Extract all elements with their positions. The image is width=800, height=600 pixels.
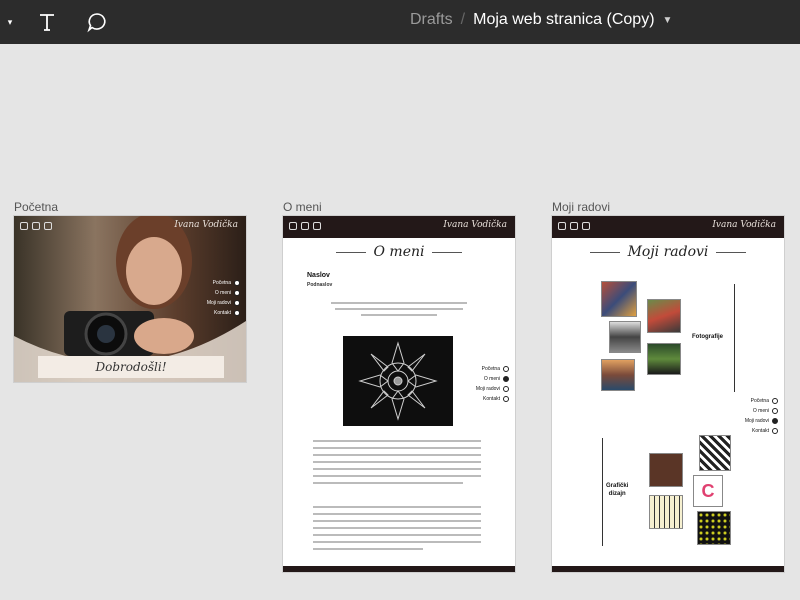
mail-icon (582, 222, 590, 230)
nav-item-pocetna[interactable]: Početna (207, 278, 240, 288)
section-graficki-dizajn: Grafički dizajn (606, 483, 629, 497)
welcome-banner: Dobrodošli! (38, 356, 224, 378)
radio-icon (234, 280, 240, 286)
frame-header: Ivana Vodička (283, 216, 515, 238)
photo-thumbnail[interactable] (648, 344, 680, 374)
photo-thumbnail[interactable] (610, 322, 640, 352)
nav-item-o-meni[interactable]: O meni (207, 288, 240, 298)
radio-icon (503, 386, 509, 392)
nav-item-moji-radovi[interactable]: Moji radovi (745, 416, 778, 426)
mail-icon (44, 222, 52, 230)
comment-icon (87, 13, 106, 33)
welcome-text: Dobrodošli! (95, 360, 167, 374)
shape-tool-dropdown[interactable]: ▾ (0, 10, 20, 34)
mail-icon (313, 222, 321, 230)
brand-name: Ivana Vodička (443, 220, 507, 230)
frame-footer (552, 566, 784, 572)
section-fotografije: Fotografije (692, 334, 723, 340)
text-icon (40, 14, 54, 31)
radio-icon (234, 310, 240, 316)
design-thumbnail[interactable]: C (694, 476, 722, 506)
facebook-icon (20, 222, 28, 230)
frame-pocetna[interactable]: Ivana Vodička Početna O meni Moji radovi… (14, 216, 246, 382)
design-thumbnail[interactable] (650, 454, 682, 486)
frame-moji-radovi[interactable]: Ivana Vodička Moji radovi Fotografije Po… (552, 216, 784, 572)
facebook-icon (558, 222, 566, 230)
instagram-icon (301, 222, 309, 230)
nav-menu: Početna O meni Moji radovi Kontakt (745, 396, 778, 436)
design-thumbnail[interactable] (700, 436, 730, 470)
brand-name: Ivana Vodička (174, 220, 238, 230)
frame-header: Ivana Vodička (14, 216, 246, 238)
chevron-down-icon: ▾ (7, 16, 13, 27)
breadcrumb: Drafts / Moja web stranica (Copy) ▼ (410, 11, 672, 29)
photo-thumbnail[interactable] (648, 300, 680, 332)
nav-item-kontakt[interactable]: Kontakt (207, 308, 240, 318)
nav-item-pocetna[interactable]: Početna (745, 396, 778, 406)
frame-label-moji-radovi[interactable]: Moji radovi (552, 200, 610, 214)
radio-icon (503, 366, 509, 372)
radio-icon (772, 408, 778, 414)
design-thumbnail[interactable] (650, 496, 682, 528)
nav-item-o-meni[interactable]: O meni (476, 374, 509, 384)
page-title: O meni (283, 244, 515, 260)
frame-o-meni[interactable]: Ivana Vodička O meni Naslov Podnaslov Po… (283, 216, 515, 572)
design-thumbnail[interactable] (698, 512, 730, 544)
text-tool[interactable] (35, 10, 59, 34)
nav-item-kontakt[interactable]: Kontakt (476, 394, 509, 404)
page-title: Moji radovi (552, 244, 784, 260)
radio-icon (234, 300, 240, 306)
nav-item-o-meni[interactable]: O meni (745, 406, 778, 416)
radio-icon (772, 398, 778, 404)
frame-header: Ivana Vodička (552, 216, 784, 238)
nav-item-kontakt[interactable]: Kontakt (745, 426, 778, 436)
mandala-image (343, 336, 453, 426)
radio-icon (772, 428, 778, 434)
chevron-down-icon[interactable]: ▼ (663, 15, 673, 26)
radio-icon (503, 376, 509, 382)
drafts-link[interactable]: Drafts (410, 11, 453, 29)
heading: Naslov (307, 272, 330, 279)
nav-item-moji-radovi[interactable]: Moji radovi (207, 298, 240, 308)
nav-menu: Početna O meni Moji radovi Kontakt (207, 278, 240, 318)
frame-label-pocetna[interactable]: Početna (14, 200, 58, 214)
radio-icon (772, 418, 778, 424)
breadcrumb-separator: / (460, 11, 466, 28)
radio-icon (503, 396, 509, 402)
photo-thumbnail[interactable] (602, 360, 634, 390)
top-toolbar: ▾ Drafts / Moja web stranica (Copy) ▼ (0, 0, 800, 44)
frame-label-o-meni[interactable]: O meni (283, 200, 322, 214)
nav-item-moji-radovi[interactable]: Moji radovi (476, 384, 509, 394)
subheading: Podnaslov (307, 282, 333, 288)
brand-name: Ivana Vodička (712, 220, 776, 230)
photo-thumbnail[interactable] (602, 282, 636, 316)
facebook-icon (289, 222, 297, 230)
instagram-icon (32, 222, 40, 230)
instagram-icon (570, 222, 578, 230)
radio-icon (234, 290, 240, 296)
nav-item-pocetna[interactable]: Početna (476, 364, 509, 374)
nav-menu: Početna O meni Moji radovi Kontakt (476, 364, 509, 404)
frame-footer (283, 566, 515, 572)
comment-tool[interactable] (84, 10, 110, 34)
file-name[interactable]: Moja web stranica (Copy) (473, 11, 654, 29)
